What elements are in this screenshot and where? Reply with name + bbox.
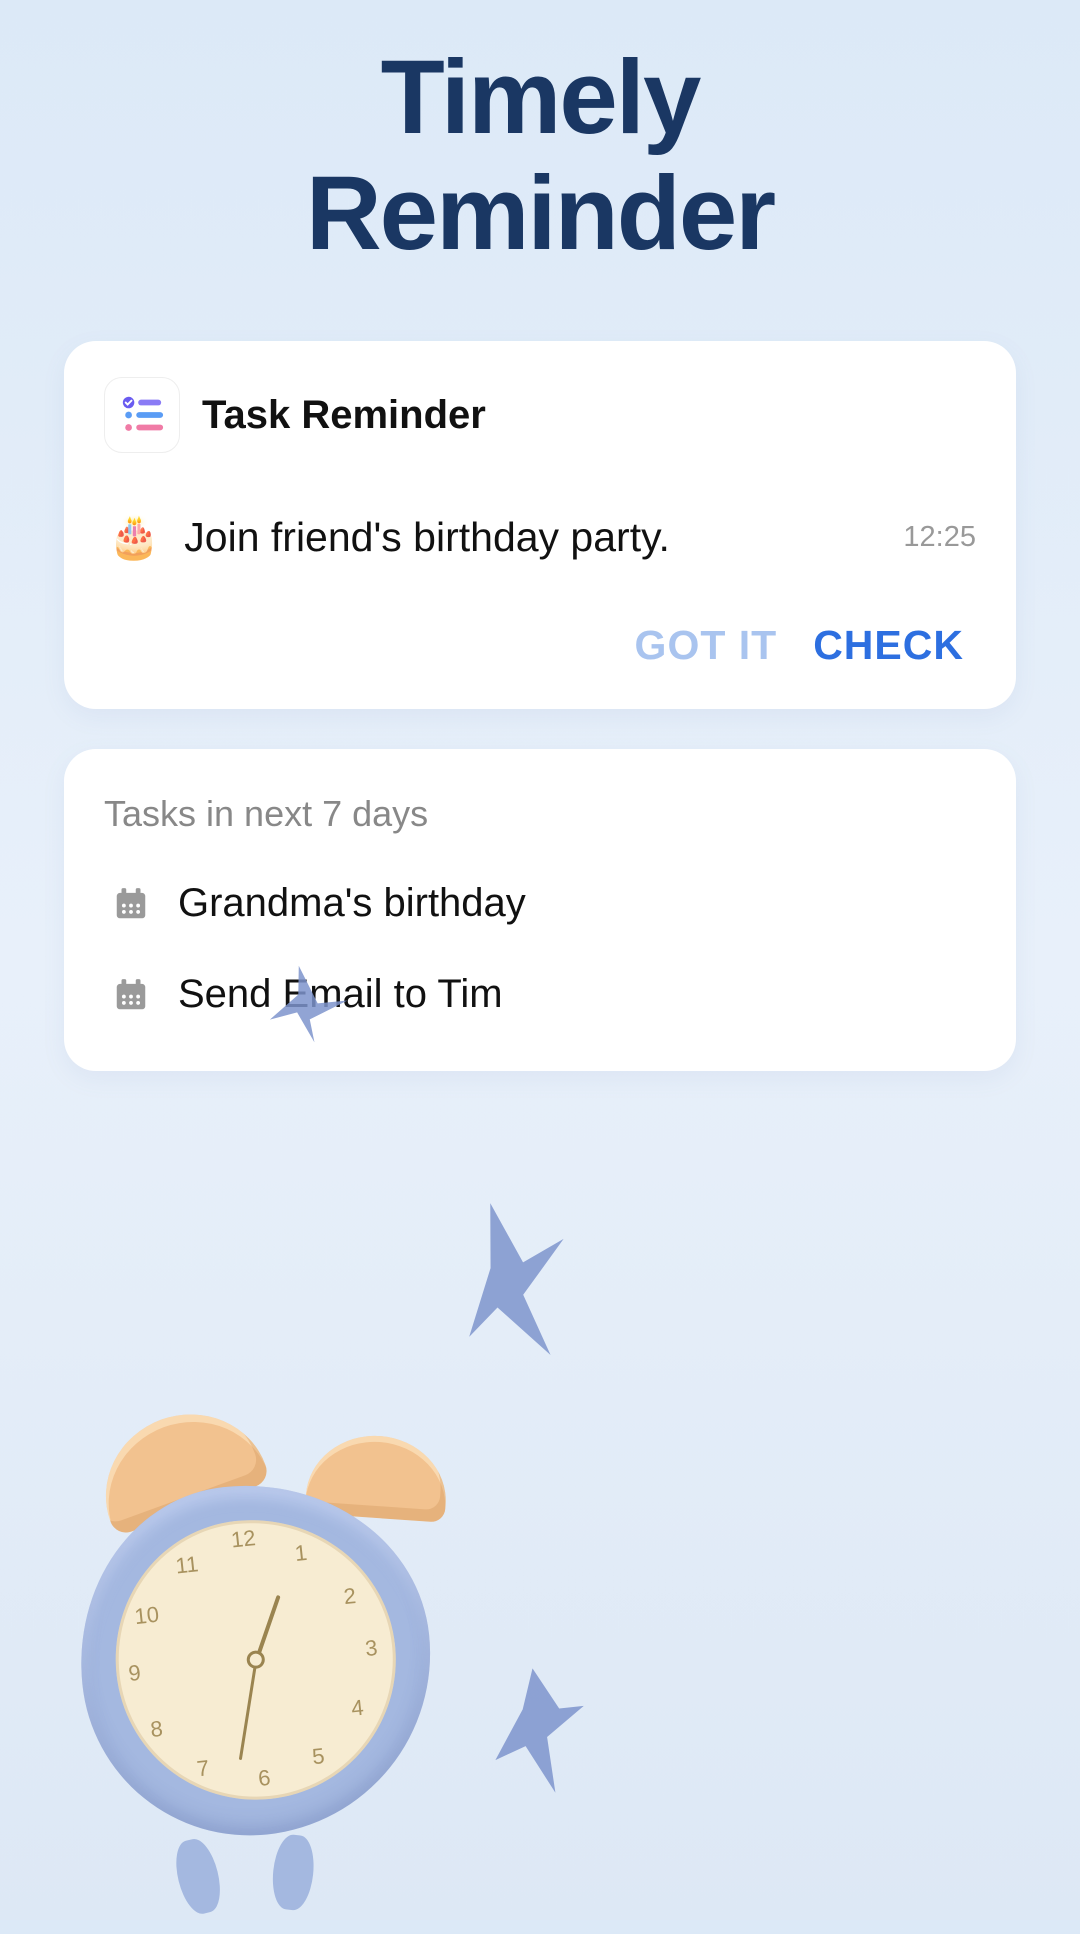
- notification-time: 12:25: [903, 521, 976, 554]
- clock-number: 9: [127, 1660, 142, 1687]
- clock-number: 2: [342, 1583, 357, 1610]
- clock-number: 4: [350, 1695, 365, 1722]
- task-item[interactable]: Grandma's birthday: [112, 881, 976, 926]
- notification-header: Task Reminder: [104, 377, 976, 453]
- upcoming-tasks-title: Tasks in next 7 days: [104, 793, 976, 835]
- notification-actions: GOT IT CHECK: [104, 622, 964, 669]
- notification-message: Join friend's birthday party.: [184, 514, 879, 561]
- check-button[interactable]: CHECK: [813, 622, 964, 669]
- clock-foot: [269, 1833, 317, 1912]
- clock-number: 5: [311, 1743, 326, 1770]
- hero-title-line1: Timely: [381, 39, 700, 156]
- clock-number: 11: [174, 1551, 199, 1579]
- clock-number: 10: [133, 1602, 160, 1630]
- clock-center: [246, 1650, 266, 1670]
- clock-foot: [170, 1835, 227, 1917]
- notification-body: 🎂 Join friend's birthday party. 12:25: [104, 513, 976, 562]
- clock-number: 3: [364, 1635, 379, 1662]
- clock-number: 8: [149, 1716, 164, 1743]
- alarm-clock-illustration: 12 1 2 3 4 5 6 7 8 9 10 11: [44, 1367, 556, 1932]
- clock-number: 7: [196, 1755, 211, 1782]
- calendar-icon: [112, 976, 150, 1014]
- notification-card[interactable]: Task Reminder 🎂 Join friend's birthday p…: [64, 341, 1016, 709]
- hero-title: Timely Reminder: [0, 0, 1080, 271]
- calendar-icon: [112, 885, 150, 923]
- spark-icon: [447, 1192, 583, 1369]
- clock-number: 1: [294, 1540, 309, 1567]
- task-label: Send Email to Tim: [178, 972, 503, 1017]
- upcoming-tasks-card[interactable]: Tasks in next 7 days Grandma's birthday …: [64, 749, 1016, 1071]
- clock-number: 12: [230, 1525, 257, 1553]
- hero-title-line2: Reminder: [306, 155, 774, 272]
- task-item[interactable]: Send Email to Tim: [112, 972, 976, 1017]
- task-label: Grandma's birthday: [178, 881, 526, 926]
- clock-number: 6: [257, 1765, 272, 1792]
- app-icon: [104, 377, 180, 453]
- cake-icon: 🎂: [108, 513, 160, 562]
- gotit-button[interactable]: GOT IT: [635, 622, 778, 669]
- notification-app-name: Task Reminder: [202, 393, 486, 438]
- clock-hand: [239, 1661, 258, 1760]
